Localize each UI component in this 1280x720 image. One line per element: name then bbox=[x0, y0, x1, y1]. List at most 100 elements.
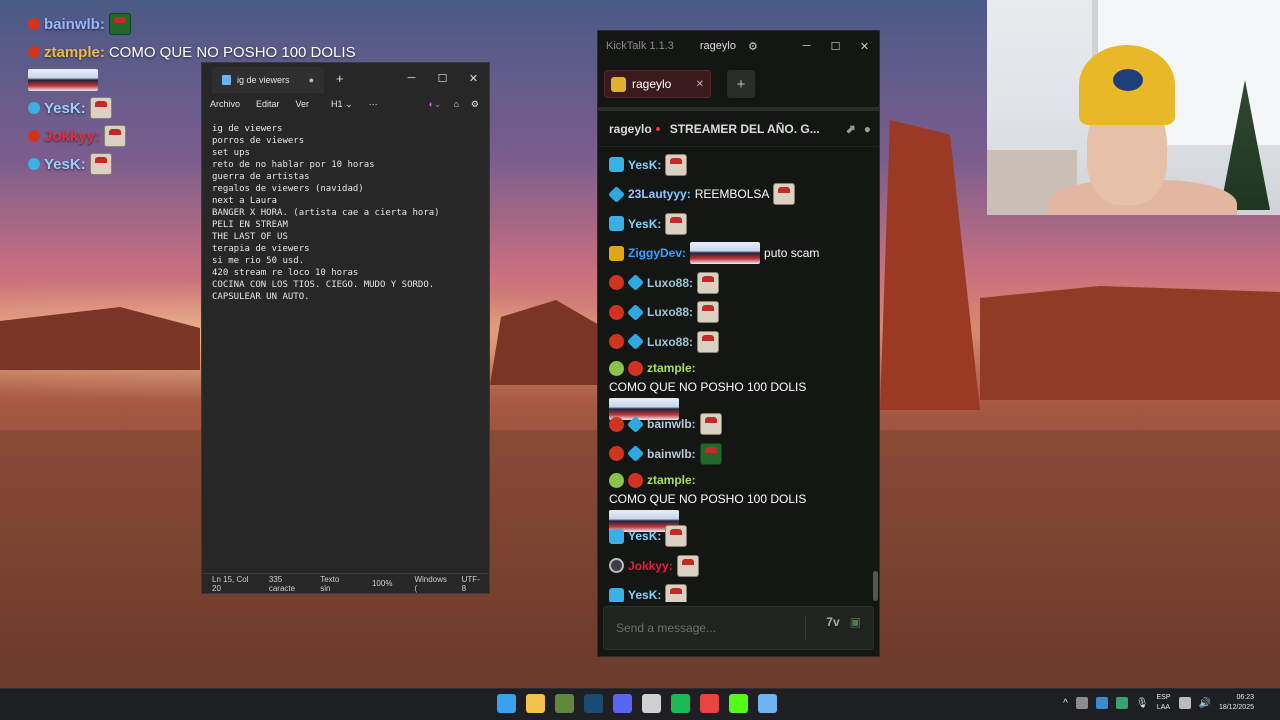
steam-icon[interactable] bbox=[584, 694, 603, 713]
chat-username[interactable]: Luxo88: bbox=[647, 276, 693, 290]
pin-icon[interactable]: ⬈ bbox=[846, 122, 856, 136]
menu-editar[interactable]: Editar bbox=[256, 99, 280, 109]
minimize-button[interactable]: ─ bbox=[792, 40, 821, 53]
kicktalk-window[interactable]: KickTalk 1.1.3 rageylo ⚙ ─ ☐ ✕ rageylo ✕… bbox=[597, 30, 880, 657]
close-button[interactable]: ✕ bbox=[850, 40, 879, 53]
chat-username[interactable]: bainwlb: bbox=[647, 447, 696, 461]
more-options-icon[interactable]: ··· bbox=[369, 99, 378, 109]
chat-username[interactable]: YesK: bbox=[628, 217, 661, 231]
chat-message[interactable]: YesK: bbox=[609, 209, 879, 239]
chat-username[interactable]: bainwlb: bbox=[647, 417, 696, 431]
notepad-tab[interactable]: ig de viewers ● bbox=[212, 67, 324, 93]
overlay-badge-icon bbox=[28, 130, 40, 142]
chat-scrollbar[interactable] bbox=[873, 571, 878, 601]
maximize-button[interactable]: ☐ bbox=[427, 72, 458, 85]
notepad-text-area[interactable]: ig de viewers porros de viewers set ups ret… bbox=[212, 123, 440, 303]
kicktalk-titlebar: KickTalk 1.1.3 rageylo ⚙ ─ ☐ ✕ bbox=[598, 31, 879, 61]
minimize-button[interactable]: ─ bbox=[396, 72, 427, 85]
clear-format-icon[interactable]: ⌂ bbox=[453, 99, 458, 110]
spotify-icon[interactable] bbox=[671, 694, 690, 713]
tab-rageylo[interactable]: rageylo ✕ bbox=[604, 70, 711, 98]
notepad-line: next a Laura bbox=[212, 196, 278, 206]
close-tab-icon[interactable]: ✕ bbox=[696, 79, 704, 90]
line-ending: Windows ( bbox=[414, 574, 447, 593]
microphone-icon[interactable]: 🎙 bbox=[1136, 698, 1149, 709]
chat-message[interactable]: 23Lautyyy: REEMBOLSA bbox=[608, 180, 879, 210]
discord-icon[interactable] bbox=[613, 694, 632, 713]
encoding: UTF-8 bbox=[461, 574, 480, 593]
minecraft-icon[interactable] bbox=[555, 694, 574, 713]
title-channel[interactable]: rageylo bbox=[700, 40, 736, 52]
notepad-statusbar: Ln 15, Col 20 335 caracte Texto sin 100%… bbox=[202, 573, 489, 593]
overlay-username: bainwlb: bbox=[44, 15, 105, 33]
add-channel-button[interactable]: + bbox=[727, 70, 755, 98]
chat-username[interactable]: Luxo88: bbox=[647, 305, 693, 319]
chat-message[interactable]: YesK: bbox=[609, 581, 879, 602]
red-badge-icon bbox=[609, 446, 624, 462]
red-badge-icon bbox=[609, 416, 624, 432]
settings-gear-icon[interactable]: ⚙ bbox=[748, 40, 758, 53]
notepad-line: terapia de viewers bbox=[212, 244, 310, 254]
file-explorer-icon[interactable] bbox=[526, 694, 545, 713]
chat-message[interactable]: ztample: COMO QUE NO POSHO 100 DOLIS bbox=[609, 357, 879, 420]
copilot-icon[interactable]: ◐⌄ bbox=[429, 99, 442, 110]
chevron-up-icon[interactable]: ^ bbox=[1063, 698, 1068, 709]
stream-channel[interactable]: rageylo bbox=[609, 122, 652, 136]
new-tab-button[interactable]: + bbox=[336, 71, 344, 86]
language-indicator[interactable]: ESP LAA bbox=[1156, 693, 1170, 713]
chat-message[interactable]: Luxo88: bbox=[609, 298, 879, 328]
chat-username[interactable]: ZiggyDev: bbox=[628, 246, 686, 260]
taskbar-apps bbox=[497, 694, 777, 713]
windows-start-icon[interactable] bbox=[497, 694, 516, 713]
chat-message[interactable]: Luxo88: bbox=[609, 268, 879, 298]
maximize-button[interactable]: ☐ bbox=[821, 40, 850, 53]
chat-message[interactable]: bainwlb: bbox=[609, 439, 879, 469]
green-badge-icon bbox=[609, 360, 624, 376]
notepad-line: guerra de artistas bbox=[212, 172, 310, 182]
clock[interactable]: 06:23 18/12/2025 bbox=[1219, 693, 1254, 713]
chat-message[interactable]: ZiggyDev: puto scam bbox=[609, 239, 879, 269]
obs-icon[interactable] bbox=[642, 694, 661, 713]
heading-select[interactable]: H1 ⌄ bbox=[331, 99, 353, 110]
chat-message[interactable]: Jokkyy: bbox=[609, 551, 879, 581]
chat-message[interactable]: ztample: COMO QUE NO POSHO 100 DOLIS bbox=[609, 469, 879, 532]
kick-icon[interactable] bbox=[729, 694, 748, 713]
7tv-emote-icon[interactable]: 7v bbox=[826, 615, 839, 641]
user-list-icon[interactable]: ● bbox=[864, 122, 871, 136]
chat-username[interactable]: 23Lautyyy: bbox=[628, 187, 691, 201]
notepad-icon[interactable] bbox=[758, 694, 777, 713]
notepad-line: THE LAST OF US bbox=[212, 232, 288, 242]
chat-username[interactable]: YesK: bbox=[628, 588, 661, 602]
red-badge-icon bbox=[609, 334, 624, 350]
message-input[interactable]: Send a message... 7v ▣ bbox=[603, 606, 874, 650]
network-icon[interactable] bbox=[1178, 697, 1191, 709]
unsaved-dot-icon[interactable]: ● bbox=[309, 75, 314, 85]
close-button[interactable]: ✕ bbox=[458, 72, 489, 85]
chat-username[interactable]: Jokkyy: bbox=[628, 559, 673, 573]
cube-badge-icon bbox=[627, 274, 644, 292]
notepad-menubar: Archivo Editar Ver H1 ⌄ ··· ◐⌄ ⌂ ⚙ bbox=[202, 93, 489, 115]
chat-username[interactable]: ztample: bbox=[647, 473, 696, 487]
menu-archivo[interactable]: Archivo bbox=[210, 99, 240, 109]
cube-badge-icon bbox=[627, 303, 644, 321]
sync-icon[interactable] bbox=[1075, 697, 1088, 709]
notepad-window[interactable]: ig de viewers ● + ─ ☐ ✕ Archivo Editar V… bbox=[201, 62, 490, 594]
menu-ver[interactable]: Ver bbox=[296, 99, 310, 109]
settings-gear-icon[interactable]: ⚙ bbox=[471, 99, 479, 110]
chat-username[interactable]: YesK: bbox=[628, 529, 661, 543]
defender-icon[interactable] bbox=[1095, 697, 1108, 709]
app-tray-icon[interactable] bbox=[1115, 697, 1128, 709]
chat-message[interactable]: YesK: bbox=[609, 150, 879, 180]
volume-icon[interactable]: 🔊 bbox=[1199, 698, 1211, 709]
blue-badge-icon bbox=[609, 216, 624, 232]
chat-username[interactable]: ztample: bbox=[647, 361, 696, 375]
red-badge-icon bbox=[628, 472, 643, 488]
chat-message[interactable]: Luxo88: bbox=[609, 327, 879, 357]
chrome-icon[interactable] bbox=[700, 694, 719, 713]
chat-username[interactable]: Luxo88: bbox=[647, 335, 693, 349]
chat-username[interactable]: YesK: bbox=[628, 158, 661, 172]
kick-emote-icon[interactable]: ▣ bbox=[850, 615, 861, 641]
overlay-username: YesK: bbox=[44, 155, 86, 173]
pixel-emote bbox=[665, 212, 688, 235]
chat-messages[interactable]: YesK: 23Lautyyy: REEMBOLSA YesK: ZiggyDev: pu… bbox=[598, 150, 879, 602]
